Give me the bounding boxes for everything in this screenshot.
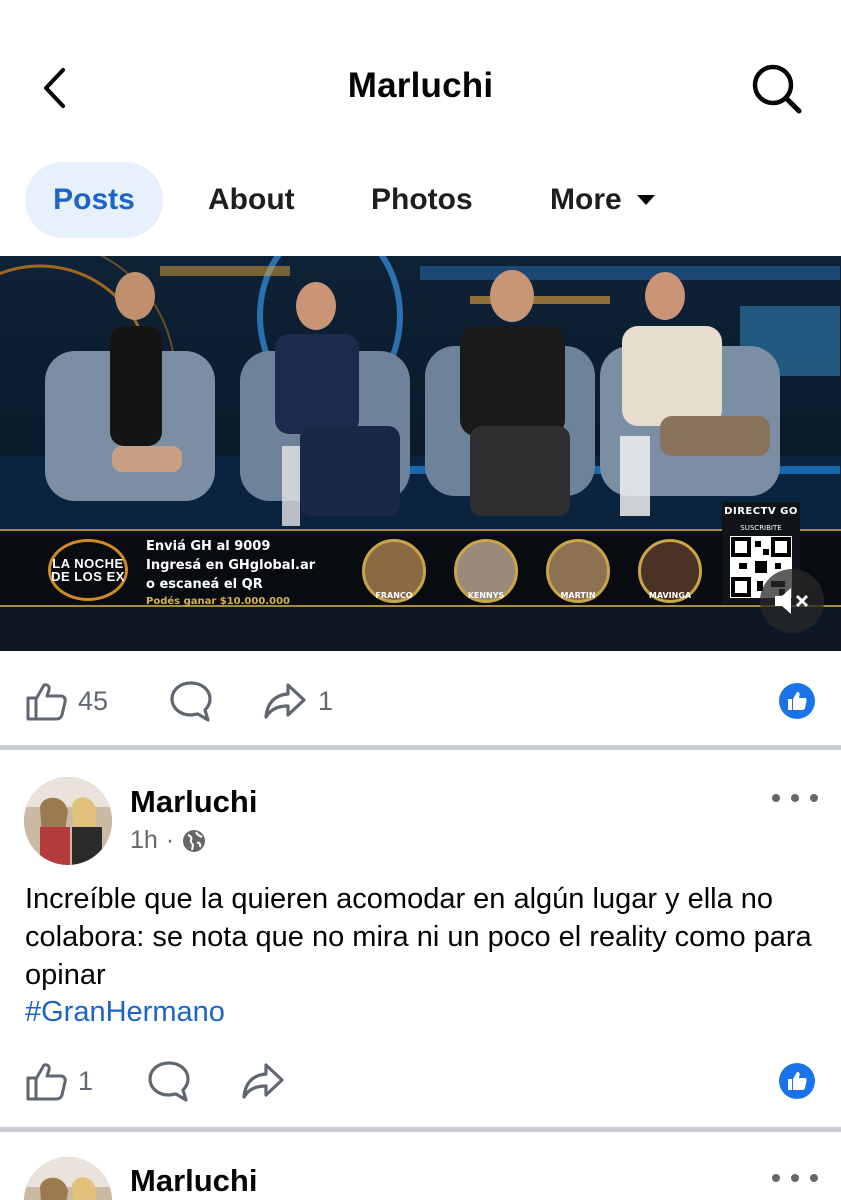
contestant-name: MARTIN — [560, 591, 596, 600]
dot-icon — [791, 794, 799, 802]
dot-icon — [810, 1174, 818, 1182]
post-actions: 1 — [0, 1045, 841, 1117]
tab-about[interactable]: About — [208, 162, 295, 238]
post-meta: 1h · — [130, 826, 206, 855]
post-author[interactable]: Marluchi — [130, 784, 257, 820]
thumbs-up-icon — [26, 1063, 67, 1101]
globe-icon — [183, 829, 206, 852]
tab-more-label: More — [550, 183, 622, 216]
promo-text: Enviá GH al 9009 Ingresá en GHglobal.ar … — [146, 537, 356, 610]
comment-button[interactable] — [146, 1059, 192, 1103]
share-icon — [242, 1063, 284, 1099]
page-title: Marluchi — [347, 66, 494, 105]
search-icon — [752, 64, 802, 114]
search-button[interactable] — [748, 60, 806, 118]
post-author[interactable]: Marluchi — [130, 1163, 257, 1199]
post-separator — [0, 745, 841, 750]
post-actions: 45 1 — [0, 665, 841, 737]
promo-prize: Podés ganar $10.000.000 — [146, 596, 290, 607]
promo-line-2: Ingresá en GHglobal.ar — [146, 558, 316, 573]
profile-tabs: Posts About Photos More — [0, 160, 841, 240]
contestant-franco: FRANCO — [362, 539, 430, 603]
hashtag-link[interactable]: #GranHermano — [25, 996, 225, 1029]
like-reaction-badge[interactable] — [779, 1063, 815, 1099]
more-options-button[interactable] — [772, 786, 818, 810]
contestant-kennys: KENNYS — [454, 539, 522, 603]
promo-line-3: o escaneá el QR — [146, 577, 263, 592]
like-button[interactable]: 45 — [24, 679, 108, 723]
post-text: Increíble que la quieren acomodar en alg… — [25, 883, 812, 991]
promo-line-1: Enviá GH al 9009 — [146, 539, 271, 554]
comment-button[interactable] — [168, 679, 214, 723]
dot-icon — [772, 794, 780, 802]
qr-brand: DIRECTV GO — [724, 506, 798, 517]
dot-icon — [810, 794, 818, 802]
dot-icon — [791, 1174, 799, 1182]
post-separator — [0, 1127, 841, 1132]
avatar[interactable] — [24, 1157, 112, 1200]
more-options-button[interactable] — [772, 1166, 818, 1190]
share-count: 1 — [318, 685, 334, 716]
top-bar: Marluchi — [0, 0, 841, 160]
share-button[interactable] — [240, 1059, 286, 1103]
show-logo: LA NOCHE DE LOS EX — [38, 539, 138, 601]
caret-down-icon — [636, 195, 655, 205]
comment-icon — [148, 1061, 190, 1102]
speaker-muted-icon — [775, 588, 809, 614]
tab-posts[interactable]: Posts — [25, 162, 163, 238]
comment-icon — [170, 681, 212, 722]
contestant-name: FRANCO — [375, 591, 413, 600]
meta-separator: · — [165, 826, 175, 854]
mute-button[interactable] — [760, 569, 824, 633]
like-reaction-badge[interactable] — [779, 683, 815, 719]
share-button[interactable]: 1 — [262, 679, 333, 723]
contestant-name: MAVINGA — [648, 591, 692, 600]
thumbs-up-icon — [788, 1072, 807, 1090]
contestant-mavinga: MAVINGA — [638, 539, 706, 603]
dot-icon — [772, 1174, 780, 1182]
thumbs-up-icon — [26, 683, 67, 721]
like-count: 45 — [78, 685, 109, 716]
post-video[interactable]: LA NOCHE DE LOS EX Enviá GH al 9009 Ingr… — [0, 256, 841, 651]
avatar[interactable] — [24, 777, 112, 865]
qr-subscribe: SUSCRIBITE — [740, 524, 782, 532]
show-banner: LA NOCHE DE LOS EX Enviá GH al 9009 Ingr… — [0, 529, 841, 607]
tab-more[interactable]: More — [550, 162, 656, 238]
post-time: 1h — [130, 826, 158, 854]
tab-photos[interactable]: Photos — [371, 162, 473, 238]
contestant-martin: MARTIN — [546, 539, 614, 603]
like-count: 1 — [78, 1065, 94, 1096]
show-logo-line-2: DE LOS EX — [51, 569, 125, 584]
thumbs-up-icon — [788, 692, 807, 710]
like-button[interactable]: 1 — [24, 1059, 93, 1103]
contestant-name: KENNYS — [467, 591, 505, 600]
share-icon — [264, 683, 306, 719]
